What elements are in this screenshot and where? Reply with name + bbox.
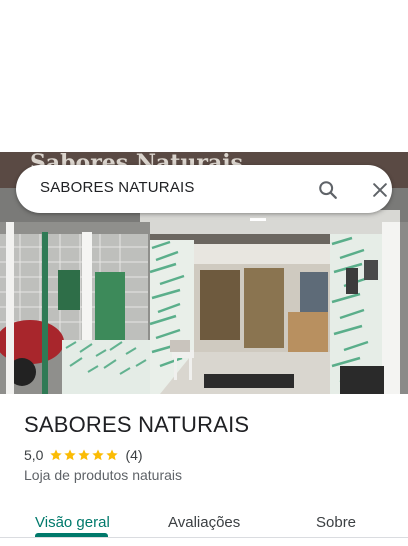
star-icon [92,449,105,461]
star-icon [64,449,77,461]
tab-reviews[interactable]: Avaliações [168,514,240,531]
review-count[interactable]: (4) [125,447,142,463]
tabs-divider [0,537,408,538]
tab-about[interactable]: Sobre [316,514,356,531]
place-category: Loja de produtos naturais [24,467,182,483]
tab-overview[interactable]: Visão geral [35,514,110,531]
map-blank-area [0,0,408,152]
place-tabs: Visão geral Avaliações Sobre [0,502,408,546]
close-icon[interactable] [366,176,394,204]
place-title: SABORES NATURAIS [24,412,250,437]
star-icon [78,449,91,461]
place-info-panel: SABORES NATURAIS 5,0 (4) Loja de produto… [0,394,408,546]
rating-row[interactable]: 5,0 (4) [24,446,143,464]
search-bar[interactable]: SABORES NATURAIS [16,165,392,213]
star-icon [106,449,119,461]
star-rating [49,448,119,462]
rating-value: 5,0 [24,447,44,463]
star-icon [50,449,63,461]
search-icon[interactable] [314,176,342,204]
search-input[interactable]: SABORES NATURAIS [40,179,195,196]
